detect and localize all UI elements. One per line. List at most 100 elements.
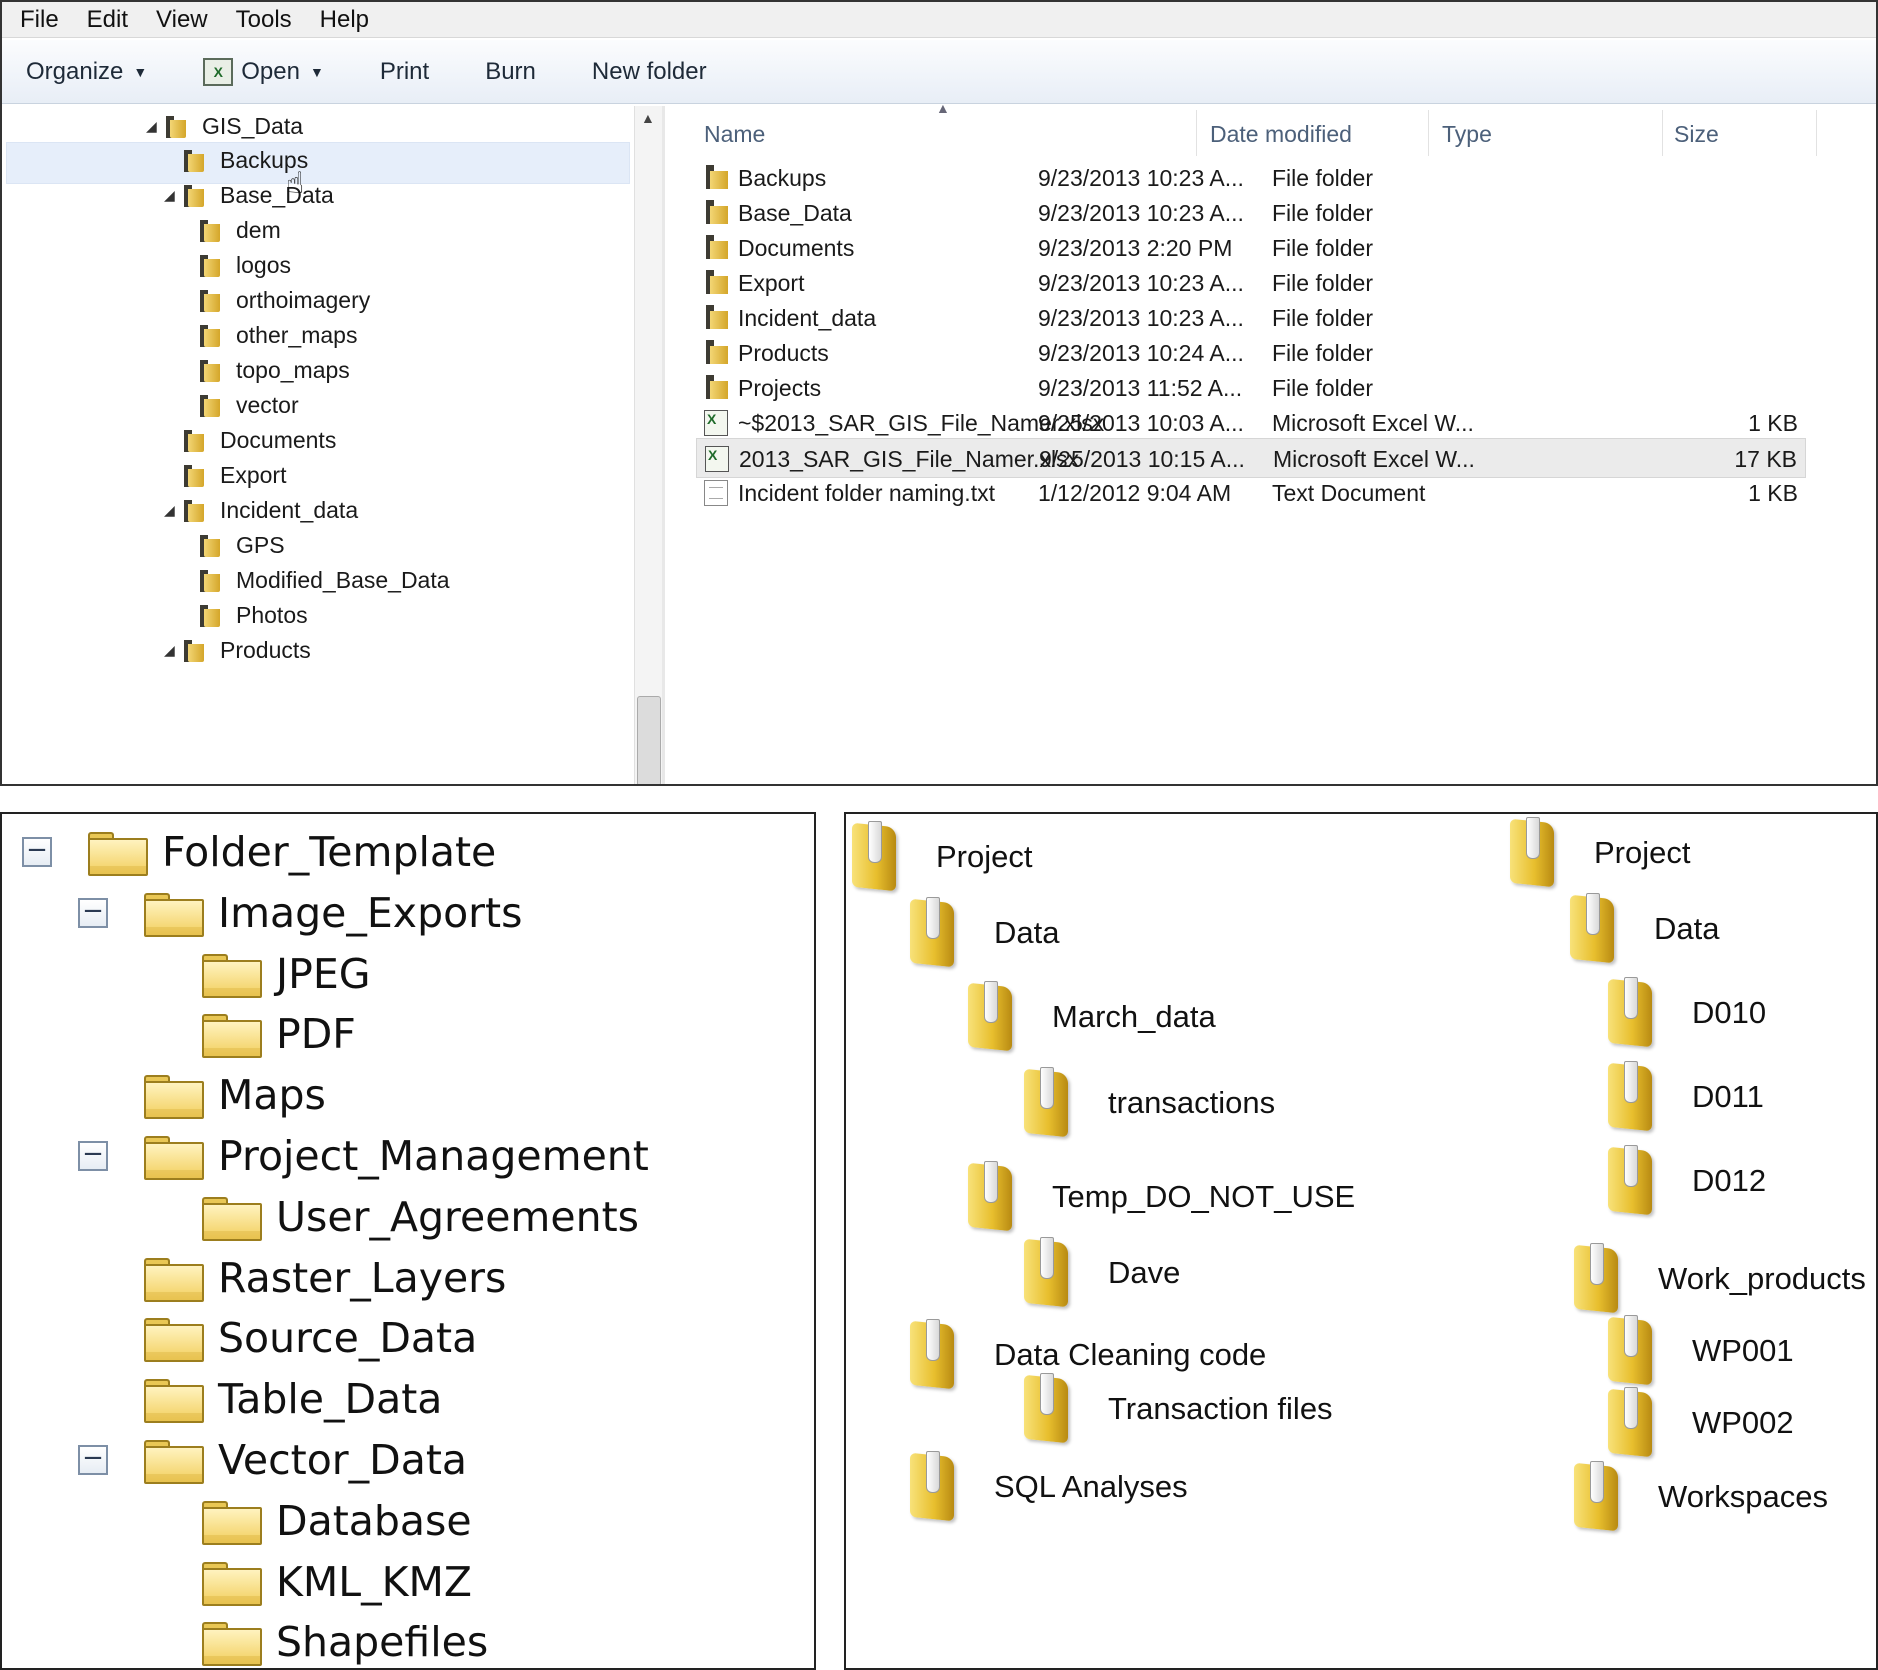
column-separator[interactable] — [1816, 110, 1817, 156]
file-date-modified: 9/23/2013 2:20 PM — [1038, 235, 1233, 261]
folder-icon — [1504, 817, 1558, 889]
file-row[interactable]: Backups 9/23/2013 10:23 A... File folder — [696, 158, 1806, 198]
folder-icon — [144, 1440, 204, 1484]
column-separator[interactable] — [1662, 110, 1663, 156]
tree-folder-item[interactable]: Maps — [144, 1067, 326, 1123]
menu-help[interactable]: Help — [320, 6, 369, 34]
dropdown-arrow-icon[interactable]: ▼ — [310, 64, 324, 80]
tree-folder-item[interactable]: Raster_Layers — [144, 1250, 506, 1306]
column-separator[interactable] — [1196, 110, 1197, 156]
menu-file[interactable]: File — [20, 6, 59, 34]
column-separator[interactable] — [1428, 110, 1429, 156]
nav-item-gps[interactable]: GPS — [180, 525, 285, 565]
project-folder-item[interactable]: Transaction files — [1018, 1372, 1333, 1446]
project-folder-item[interactable]: D012 — [1602, 1144, 1766, 1218]
nav-item-vector[interactable]: vector — [180, 385, 299, 425]
project-folder-item[interactable]: D010 — [1602, 976, 1766, 1050]
expanded-arrow-icon[interactable]: ◢ — [164, 502, 182, 519]
file-row[interactable]: Projects 9/23/2013 11:52 A... File folder — [696, 368, 1806, 408]
file-row[interactable]: Base_Data 9/23/2013 10:23 A... File folder — [696, 193, 1806, 233]
file-row[interactable]: 2013_SAR_GIS_File_Namer.xlsx9/25/2013 10… — [696, 438, 1806, 478]
expanded-arrow-icon[interactable]: ◢ — [164, 642, 182, 659]
project-folder-item[interactable]: WP001 — [1602, 1314, 1794, 1388]
dropdown-arrow-icon: ▼ — [133, 63, 148, 80]
tree-folder-item[interactable]: Database — [202, 1493, 472, 1549]
expanded-arrow-icon[interactable]: ◢ — [146, 118, 164, 135]
collapse-icon[interactable]: − — [22, 837, 52, 867]
folder-icon — [202, 1561, 262, 1606]
file-date-modified: 9/23/2013 11:52 A... — [1038, 375, 1243, 401]
project-folder-item[interactable]: Project — [846, 820, 1032, 894]
project-folder-item[interactable]: SQL Analyses — [904, 1450, 1188, 1524]
organize-button[interactable]: Organize ▼ — [26, 58, 147, 86]
menu-edit[interactable]: Edit — [87, 6, 128, 34]
expanded-arrow-icon[interactable]: ◢ — [164, 187, 182, 204]
column-header-size[interactable]: Size — [1674, 114, 1719, 154]
tree-folder-item[interactable]: Table_Data — [144, 1371, 442, 1427]
nav-item-logos[interactable]: logos — [180, 245, 291, 285]
folder-icon — [704, 375, 728, 401]
column-header-date-modified[interactable]: Date modified — [1210, 114, 1352, 154]
file-row[interactable]: ~$2013_SAR_GIS_File_Namer.xlsx9/25/2013 … — [696, 403, 1806, 443]
project-folder-item[interactable]: transactions — [1018, 1066, 1275, 1140]
file-row[interactable]: Incident folder naming.txt 1/12/2012 9:04… — [696, 473, 1806, 513]
nav-item-topo-maps[interactable]: topo_maps — [180, 350, 350, 390]
nav-item-incident-data[interactable]: ◢ Incident_data — [164, 490, 358, 530]
collapse-icon[interactable]: − — [78, 1141, 108, 1171]
menu-tools[interactable]: Tools — [236, 6, 292, 34]
nav-item-orthoimagery[interactable]: orthoimagery — [180, 280, 370, 320]
file-row[interactable]: Products 9/23/2013 10:24 A... File folder — [696, 333, 1806, 373]
project-folder-item[interactable]: WP002 — [1602, 1386, 1794, 1460]
collapse-icon[interactable]: − — [78, 1445, 108, 1475]
project-folder-item[interactable]: Data — [1564, 892, 1719, 966]
nav-item-products[interactable]: ◢ Products — [164, 630, 311, 670]
tree-folder-item[interactable]: Vector_Data — [144, 1432, 467, 1488]
tree-folder-item[interactable]: User_Agreements — [202, 1189, 639, 1245]
nav-item-other-maps[interactable]: other_maps — [180, 315, 357, 355]
project-folder-item[interactable]: Temp_DO_NOT_USE — [962, 1160, 1355, 1234]
nav-item-base-data[interactable]: ◢ Base_Data — [164, 175, 334, 215]
tree-folder-item[interactable]: Source_Data — [144, 1310, 477, 1366]
scrollbar-thumb[interactable] — [637, 696, 661, 784]
project-folder-item[interactable]: March_data — [962, 980, 1216, 1054]
file-row[interactable]: Documents 9/23/2013 2:20 PM File folder — [696, 228, 1806, 268]
collapse-icon[interactable]: − — [78, 897, 108, 928]
burn-button[interactable]: Burn — [485, 58, 536, 86]
project-folder-item[interactable]: Workspaces — [1568, 1460, 1828, 1534]
project-folder-item[interactable]: Work_products — [1568, 1242, 1866, 1316]
pane-divider[interactable] — [662, 106, 665, 784]
file-row[interactable]: Incident_data 9/23/2013 10:23 A... File fo… — [696, 298, 1806, 338]
nav-item-documents[interactable]: Documents — [164, 420, 336, 460]
folder-icon — [198, 393, 220, 417]
tree-folder-item[interactable]: Shapefiles — [202, 1614, 488, 1668]
tree-folder-item[interactable]: Project_Management — [144, 1128, 649, 1184]
new-folder-button[interactable]: New folder — [592, 58, 707, 86]
project-folder-item[interactable]: Project — [1504, 816, 1690, 890]
tree-folder-item[interactable]: KML_KMZ — [202, 1554, 472, 1610]
tree-folder-item[interactable]: Image_Exports — [144, 885, 522, 941]
sort-ascending-icon: ▲ — [936, 100, 950, 116]
nav-item-photos[interactable]: Photos — [180, 595, 308, 635]
open-button[interactable]: X Open ▼ — [203, 57, 324, 86]
folder-label: Temp_DO_NOT_USE — [1052, 1179, 1356, 1214]
nav-item-modified-base-data[interactable]: Modified_Base_Data — [180, 560, 450, 600]
menu-view[interactable]: View — [156, 6, 208, 34]
nav-item-dem[interactable]: dem — [180, 210, 281, 250]
tree-folder-item[interactable]: PDF — [202, 1006, 356, 1062]
project-folder-item[interactable]: Dave — [1018, 1236, 1180, 1310]
folder-icon — [962, 1161, 1016, 1233]
tree-folder-item[interactable]: Folder_Template — [88, 824, 496, 880]
file-row[interactable]: Export 9/23/2013 10:23 A... File folder — [696, 263, 1806, 303]
nav-scrollbar[interactable]: ▲ — [634, 106, 662, 784]
scroll-up-arrow-icon[interactable]: ▲ — [641, 110, 655, 126]
print-button[interactable]: Print — [380, 58, 429, 86]
column-header-name[interactable]: Name — [704, 114, 765, 154]
file-date-modified: 9/25/2013 10:15 A... — [1039, 446, 1245, 472]
file-name: Backups — [738, 165, 827, 191]
project-folder-item[interactable]: Data — [904, 896, 1059, 970]
project-folder-item[interactable]: D011 — [1602, 1060, 1764, 1134]
folder-label: D011 — [1692, 1079, 1764, 1114]
nav-item-export[interactable]: Export — [164, 455, 286, 495]
tree-folder-item[interactable]: JPEG — [202, 946, 371, 1002]
column-header-type[interactable]: Type — [1442, 114, 1492, 154]
